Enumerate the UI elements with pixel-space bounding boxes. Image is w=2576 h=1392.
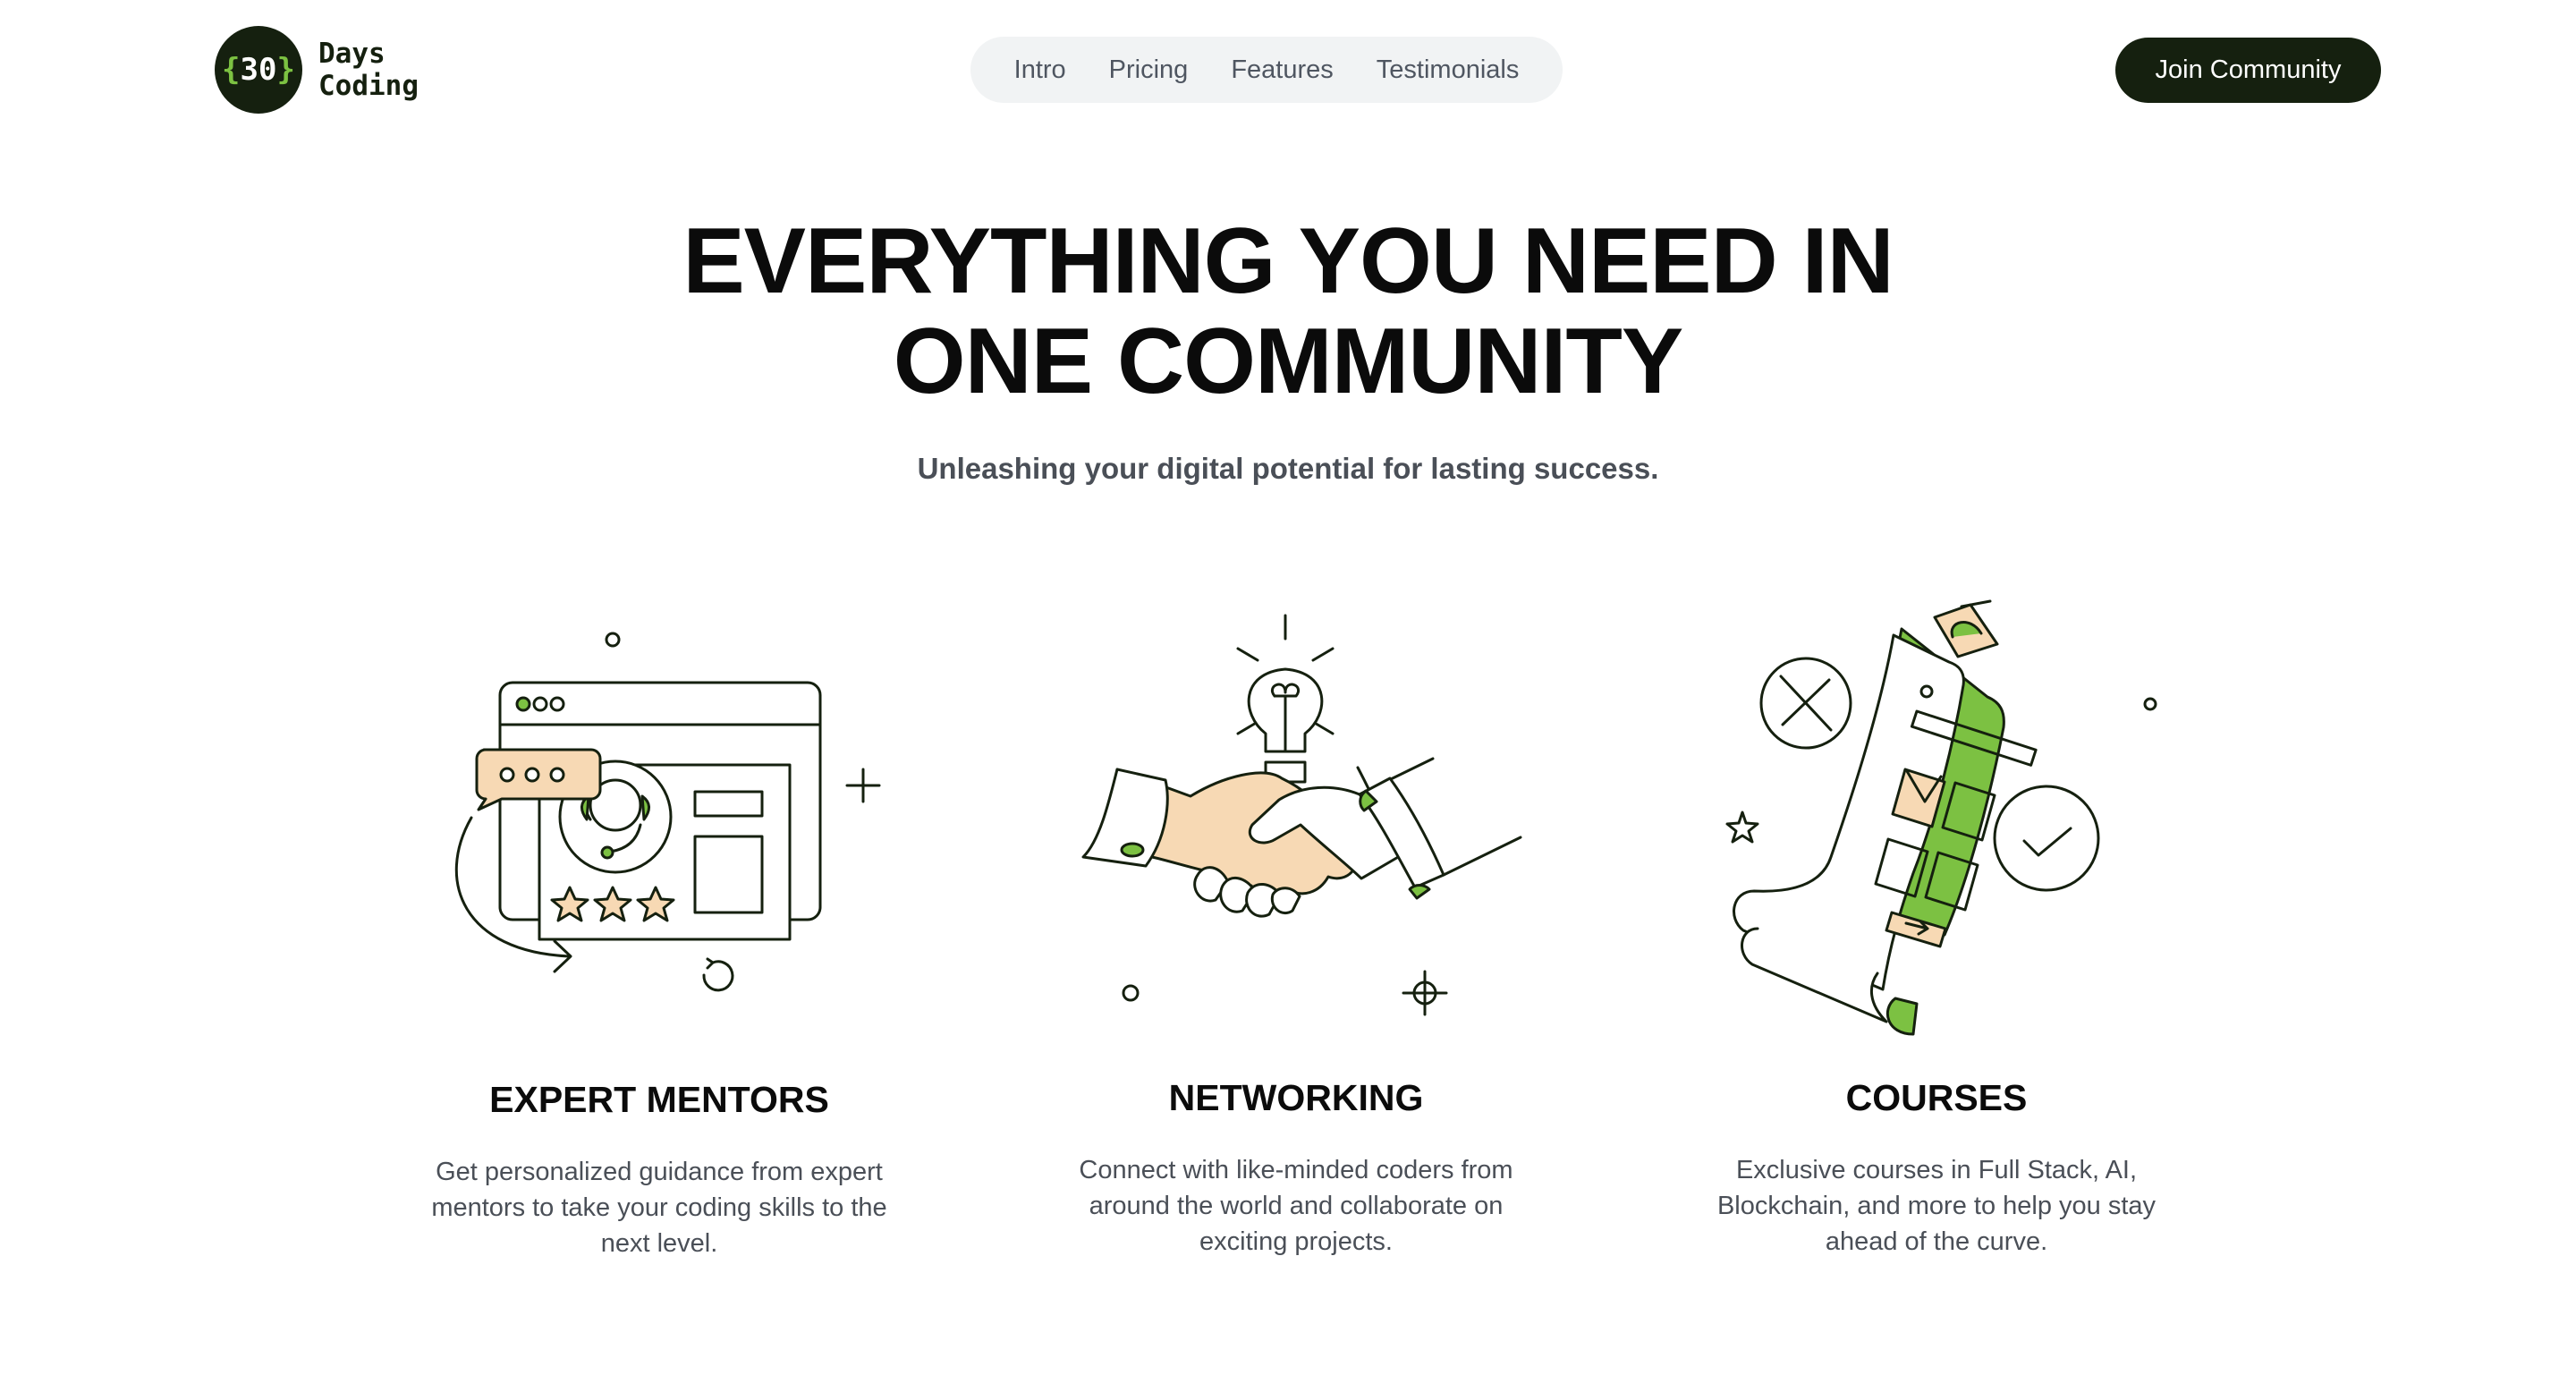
logo-badge-number: 30 — [240, 52, 277, 88]
join-community-button[interactable]: Join Community — [2115, 38, 2381, 103]
courses-illustration — [1725, 599, 2157, 1036]
logo-wordmark: Days Coding — [318, 38, 419, 102]
logo-line-1: Days — [318, 38, 386, 70]
feature-card-networking: NETWORKING Connect with like-minded code… — [1046, 590, 1546, 1270]
hero-title-line-2: ONE COMMUNITY — [893, 310, 1684, 413]
nav-link-features[interactable]: Features — [1209, 55, 1354, 85]
main-nav: Intro Pricing Features Testimonials — [970, 37, 1563, 103]
feature-desc-mentors: Get personalized guidance from expert me… — [431, 1158, 887, 1258]
feature-title-networking: NETWORKING — [1168, 1077, 1424, 1118]
feature-desc-networking: Connect with like-minded coders from aro… — [1079, 1156, 1513, 1256]
logo-badge: {30} — [215, 26, 302, 114]
feature-card-courses: COURSES Exclusive courses in Full Stack,… — [1686, 590, 2187, 1270]
feature-title-mentors: EXPERT MENTORS — [489, 1079, 829, 1120]
feature-desc-courses: Exclusive courses in Full Stack, AI, Blo… — [1716, 1156, 2157, 1256]
site-logo[interactable]: {30} Days Coding — [215, 26, 419, 114]
nav-link-testimonials[interactable]: Testimonials — [1355, 55, 1541, 85]
feature-title-courses: COURSES — [1845, 1077, 2028, 1118]
nav-link-pricing[interactable]: Pricing — [1088, 55, 1210, 85]
feature-card-mentors: EXPERT MENTORS Get personalized guidance… — [409, 590, 910, 1270]
networking-illustration — [1081, 614, 1522, 1016]
mentors-illustration — [454, 632, 881, 992]
hero-subtitle: Unleashing your digital potential for la… — [917, 452, 1659, 485]
nav-link-intro[interactable]: Intro — [993, 55, 1088, 85]
hero-title-line-1: EVERYTHING YOU NEED IN — [682, 209, 1894, 313]
hero-title: EVERYTHING YOU NEED IN ONE COMMUNITY — [0, 211, 2576, 412]
logo-line-2: Coding — [318, 70, 419, 102]
